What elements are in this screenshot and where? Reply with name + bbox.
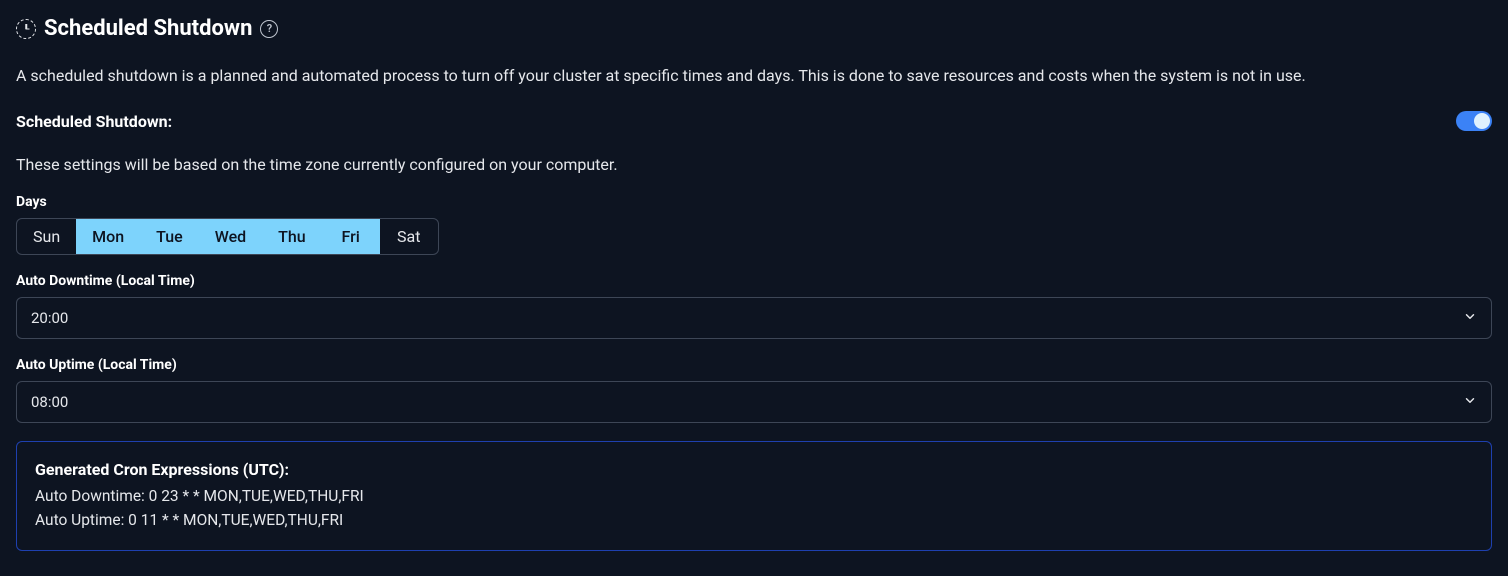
help-icon[interactable]: ? [260,20,278,38]
day-button-fri[interactable]: Fri [322,219,380,254]
page-title: Scheduled Shutdown [44,16,252,41]
timezone-note: These settings will be based on the time… [16,155,1492,174]
cron-downtime-line: Auto Downtime: 0 23 * * MON,TUE,WED,THU,… [35,485,1473,508]
days-label: Days [16,194,1492,210]
scheduled-shutdown-toggle[interactable] [1456,111,1492,131]
auto-uptime-label: Auto Uptime (Local Time) [16,357,1492,373]
toggle-row: Scheduled Shutdown: [16,111,1492,131]
cron-title: Generated Cron Expressions (UTC): [35,460,1473,479]
auto-uptime-select[interactable]: 08:00 [16,381,1492,423]
chevron-down-icon [1463,309,1477,328]
auto-uptime-group: Auto Uptime (Local Time) 08:00 [16,357,1492,423]
day-button-wed[interactable]: Wed [199,219,262,254]
day-button-tue[interactable]: Tue [140,219,199,254]
chevron-down-icon [1463,393,1477,412]
auto-downtime-select[interactable]: 20:00 [16,297,1492,339]
day-button-sun[interactable]: Sun [17,219,76,254]
page-header: Scheduled Shutdown ? [16,16,1492,41]
day-button-mon[interactable]: Mon [76,219,140,254]
toggle-label: Scheduled Shutdown: [16,112,172,131]
cron-expressions-box: Generated Cron Expressions (UTC): Auto D… [16,441,1492,551]
auto-downtime-label: Auto Downtime (Local Time) [16,273,1492,289]
day-button-sat[interactable]: Sat [380,219,438,254]
auto-uptime-value: 08:00 [31,393,68,411]
description-text: A scheduled shutdown is a planned and au… [16,65,1492,87]
days-selector: SunMonTueWedThuFriSat [16,218,439,255]
auto-downtime-group: Auto Downtime (Local Time) 20:00 [16,273,1492,339]
day-button-thu[interactable]: Thu [262,219,322,254]
auto-downtime-value: 20:00 [31,309,68,327]
clock-icon [16,19,36,39]
toggle-knob [1474,113,1490,129]
cron-uptime-line: Auto Uptime: 0 11 * * MON,TUE,WED,THU,FR… [35,509,1473,532]
